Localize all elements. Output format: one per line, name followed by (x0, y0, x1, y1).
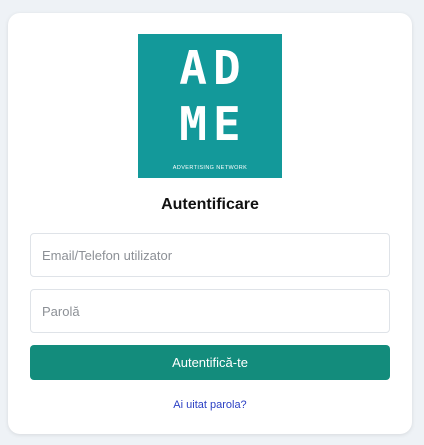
logo-letters-line1: AD (179, 41, 247, 95)
login-button[interactable]: Autentifică-te (30, 345, 390, 380)
password-input[interactable] (30, 289, 390, 333)
forgot-password-container: Ai uitat parola? (8, 399, 412, 411)
logo-letters: AD ME (138, 40, 282, 152)
email-phone-input[interactable] (30, 233, 390, 277)
forgot-password-link[interactable]: Ai uitat parola? (173, 399, 246, 411)
logo-subtitle: ADVERTISING NETWORK (172, 165, 248, 171)
adme-logo: AD ME ADVERTISING NETWORK (138, 34, 282, 178)
page-title: Autentificare (161, 196, 259, 213)
login-card: AD ME ADVERTISING NETWORK Autentificare … (8, 13, 412, 434)
logo-letters-line2: ME (179, 97, 247, 151)
